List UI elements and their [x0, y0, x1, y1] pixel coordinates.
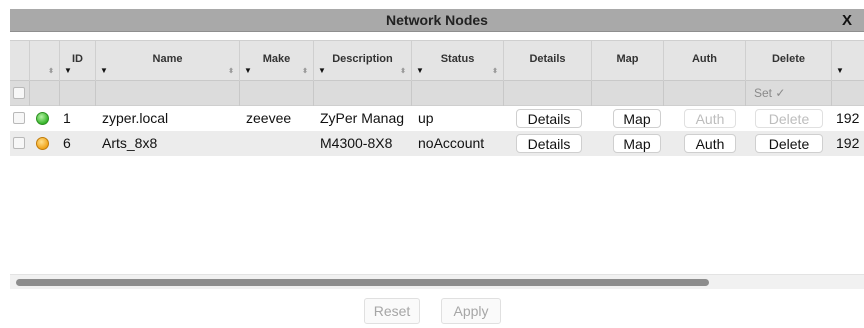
- details-button[interactable]: Details: [516, 134, 582, 153]
- filter-row: Set ✓: [10, 81, 864, 106]
- apply-button[interactable]: Apply: [441, 298, 501, 324]
- row-checkbox[interactable]: [13, 137, 25, 149]
- column-header-make-label: Make: [262, 53, 291, 65]
- select-all-checkbox[interactable]: [13, 87, 25, 99]
- filter-name-input[interactable]: [96, 81, 240, 106]
- sort-icon: ⬍: [302, 68, 308, 75]
- node-status: noAccount: [418, 135, 485, 151]
- column-header-make[interactable]: Make ▼ ⬍: [240, 41, 314, 81]
- reset-button[interactable]: Reset: [364, 298, 420, 324]
- node-make: [246, 131, 312, 156]
- column-header-description-label: Description: [332, 53, 393, 65]
- column-header-status[interactable]: Status ▼ ⬍: [412, 41, 504, 81]
- sort-icon: ⬍: [48, 68, 54, 75]
- status-light-column-header[interactable]: ⬍: [30, 41, 60, 81]
- column-header-status-label: Status: [440, 53, 475, 65]
- column-header-name[interactable]: Name ▼ ⬍: [96, 41, 240, 81]
- column-header-details-label: Details: [529, 53, 566, 65]
- row-checkbox[interactable]: [13, 112, 25, 124]
- column-header-row: ⬍ ID ▼ Name ▼ ⬍ Make ▼ ⬍ Description ▼ ⬍: [10, 41, 864, 81]
- column-header-map-label: Map: [616, 53, 639, 65]
- column-header-id-label: ID: [72, 53, 83, 65]
- column-header-delete-label: Delete: [771, 53, 806, 65]
- column-header-name-label: Name: [152, 53, 183, 65]
- status-green-icon: [36, 112, 49, 125]
- table-row[interactable]: 6 Arts_8x8 M4300-8X8 noAccount Details M…: [10, 131, 864, 156]
- filter-make-input[interactable]: [240, 81, 314, 106]
- filter-id-input[interactable]: [60, 81, 96, 106]
- node-ip: 192: [836, 110, 860, 126]
- node-ip: 192: [836, 135, 860, 151]
- column-header-map[interactable]: Map: [592, 41, 664, 81]
- filter-cell: [592, 81, 664, 106]
- table-row[interactable]: 1 zyper.local zeevee ZyPer Manag up Deta…: [10, 106, 864, 131]
- column-header-details[interactable]: Details: [504, 41, 592, 81]
- auth-button[interactable]: Auth: [684, 134, 736, 153]
- column-header-description[interactable]: Description ▼ ⬍: [314, 41, 412, 81]
- column-menu-icon[interactable]: ▼: [416, 66, 424, 75]
- node-make: zeevee: [246, 110, 292, 126]
- auth-button: Auth: [684, 109, 736, 128]
- filter-delete-cell: Set ✓: [746, 81, 832, 106]
- node-description: ZyPer Manag: [320, 110, 405, 126]
- set-delete-button[interactable]: Set ✓: [754, 86, 785, 100]
- sort-icon: ⬍: [400, 68, 406, 75]
- node-name: zyper.local: [102, 110, 169, 126]
- title-bar: Network Nodes X: [10, 9, 864, 32]
- horizontal-scrollbar[interactable]: [10, 274, 864, 289]
- column-menu-icon[interactable]: ▼: [100, 66, 108, 75]
- filter-ip-input[interactable]: [832, 81, 864, 106]
- column-header-auth-label: Auth: [691, 53, 718, 65]
- column-menu-icon[interactable]: ▼: [836, 66, 844, 75]
- column-header-id[interactable]: ID ▼: [60, 41, 96, 81]
- column-menu-icon[interactable]: ▼: [244, 66, 252, 75]
- node-id: 1: [63, 110, 71, 126]
- node-status: up: [418, 110, 434, 126]
- delete-button: Delete: [755, 109, 823, 128]
- delete-button[interactable]: Delete: [755, 134, 823, 153]
- map-button[interactable]: Map: [613, 109, 661, 128]
- column-header-auth[interactable]: Auth: [664, 41, 746, 81]
- filter-cell: [664, 81, 746, 106]
- filter-cell: [30, 81, 60, 106]
- close-button[interactable]: X: [842, 9, 852, 32]
- sort-icon: ⬍: [228, 68, 234, 75]
- scrollbar-thumb[interactable]: [16, 279, 709, 286]
- network-nodes-window: Network Nodes X ⬍ ID ▼ Name ▼ ⬍ Make ▼ ⬍: [0, 0, 864, 328]
- column-menu-icon[interactable]: ▼: [318, 66, 326, 75]
- column-header-delete[interactable]: Delete: [746, 41, 832, 81]
- window-title: Network Nodes: [386, 12, 488, 28]
- details-button[interactable]: Details: [516, 109, 582, 128]
- nodes-grid: ⬍ ID ▼ Name ▼ ⬍ Make ▼ ⬍ Description ▼ ⬍: [10, 40, 864, 289]
- filter-status-input[interactable]: [412, 81, 504, 106]
- filter-description-input[interactable]: [314, 81, 412, 106]
- node-id: 6: [63, 135, 71, 151]
- node-name: Arts_8x8: [102, 135, 158, 151]
- filter-cell: [504, 81, 592, 106]
- status-orange-icon: [36, 137, 49, 150]
- select-column-header[interactable]: [10, 41, 30, 81]
- map-button[interactable]: Map: [613, 134, 661, 153]
- sort-icon: ⬍: [492, 68, 498, 75]
- filter-select-cell: [10, 81, 30, 106]
- column-header-ip[interactable]: ▼: [832, 41, 864, 81]
- node-description: M4300-8X8: [320, 135, 393, 151]
- column-menu-icon[interactable]: ▼: [64, 66, 72, 75]
